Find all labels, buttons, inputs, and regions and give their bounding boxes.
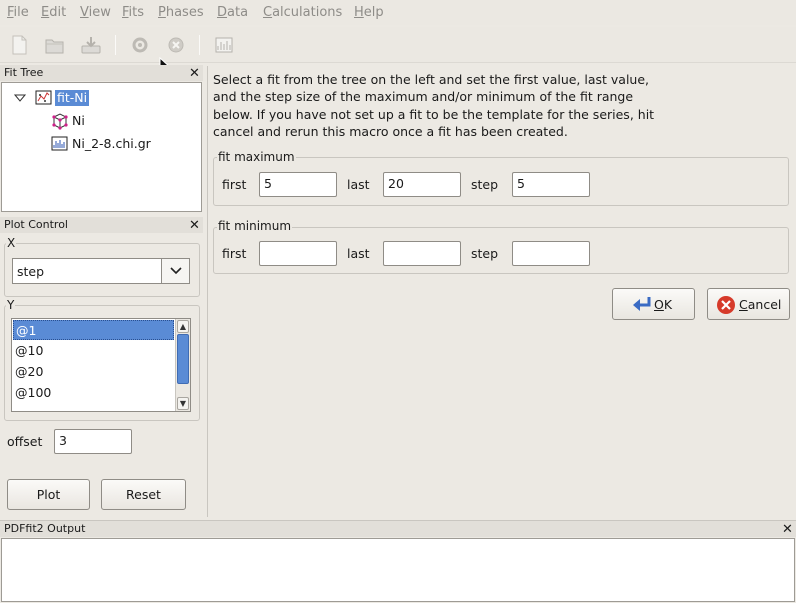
instructions-line: Select a fit from the tree on the left a… [213,72,650,87]
toolbar [0,27,796,63]
open-folder-icon[interactable] [44,34,66,56]
plot-button[interactable]: Plot [7,479,90,510]
menu-file[interactable]: File [7,5,29,20]
y-group-title: Y [6,298,16,312]
close-icon[interactable]: ✕ [189,67,200,80]
menu-help[interactable]: Help [354,5,384,20]
chevron-down-icon[interactable] [161,259,189,283]
tree-item-phase[interactable]: Ni [72,113,85,129]
menu-view[interactable]: View [80,5,111,20]
close-icon[interactable]: ✕ [782,523,793,536]
max-last-input[interactable]: 20 [383,172,461,197]
output-title: PDFfit2 Output [4,522,86,535]
list-item[interactable]: @100 [13,383,174,403]
run-icon[interactable] [129,34,151,56]
fit-minimum-title: fit minimum [217,219,293,233]
tree-item-fit[interactable]: fit-Ni [55,90,90,106]
save-icon[interactable] [80,34,102,56]
output-title-bar: PDFfit2 Output [0,520,796,537]
fit-tree-title: Fit Tree [0,65,203,81]
cancel-icon [717,296,735,314]
instructions-text: Select a fit from the tree on the left a… [213,71,793,140]
max-first-input[interactable]: 5 [259,172,337,197]
phase-icon [51,112,69,130]
first-label: first [222,177,247,192]
x-select[interactable]: step [12,258,190,284]
ok-button[interactable]: OK [612,288,695,320]
instructions-line: below. If you have not set up a fit to b… [213,106,655,122]
new-file-icon[interactable] [8,34,30,56]
scroll-down-icon[interactable]: ▼ [177,397,189,410]
reset-button[interactable]: Reset [101,479,186,510]
first-label: first [222,246,247,261]
list-item[interactable]: @20 [13,362,174,382]
macro-panel: Select a fit from the tree on the left a… [207,66,796,517]
list-item[interactable]: @10 [13,341,174,361]
cancel-button-label: Cancel [739,297,782,312]
step-label: step [471,246,499,261]
enter-arrow-icon [633,297,651,311]
menu-calculations[interactable]: Calculations [263,5,342,20]
output-text-area[interactable] [1,538,795,602]
plot-control-title: Plot Control [0,217,203,233]
offset-input[interactable]: 3 [54,429,132,454]
plot-icon[interactable] [213,34,235,56]
last-label: last [347,246,370,261]
min-last-input[interactable] [383,241,461,266]
data-set-icon [51,135,69,153]
ok-button-label: OK [654,297,673,312]
menu-fits[interactable]: Fits [122,5,144,20]
fit-tree[interactable]: fit-Ni Ni Ni_2-8.chi.gr [1,82,202,212]
step-label: step [471,177,499,192]
scroll-up-icon[interactable]: ▲ [177,320,189,333]
menubar: File Edit View Fits Phases Data Calculat… [0,0,796,25]
close-icon[interactable]: ✕ [189,219,200,232]
x-select-value: step [17,264,45,279]
scrollbar-thumb[interactable] [177,334,189,384]
toolbar-separator [115,35,116,55]
fit-maximum-title: fit maximum [217,150,296,164]
x-group-title: X [6,236,17,250]
y-list-scrollbar[interactable]: ▲ ▼ [175,319,190,411]
instructions-line: and the step size of the maximum and/or … [213,89,634,105]
menu-data[interactable]: Data [217,5,248,20]
list-item[interactable]: @1 [13,320,174,340]
max-step-input[interactable]: 5 [512,172,590,197]
instructions-line: cancel and rerun this macro once a fit h… [213,123,568,139]
toolbar-separator [199,35,200,55]
menu-phases[interactable]: Phases [158,5,204,20]
tree-item-data[interactable]: Ni_2-8.chi.gr [72,136,151,152]
stop-icon[interactable] [165,34,187,56]
cancel-button[interactable]: Cancel [707,288,790,320]
fit-icon [35,89,53,107]
y-list[interactable]: @1 @10 @20 @100 ▲ ▼ [11,318,191,412]
min-step-input[interactable] [512,241,590,266]
menu-edit[interactable]: Edit [41,5,66,20]
expander-down-icon[interactable] [14,93,26,103]
last-label: last [347,177,370,192]
offset-label: offset [7,434,43,449]
min-first-input[interactable] [259,241,337,266]
